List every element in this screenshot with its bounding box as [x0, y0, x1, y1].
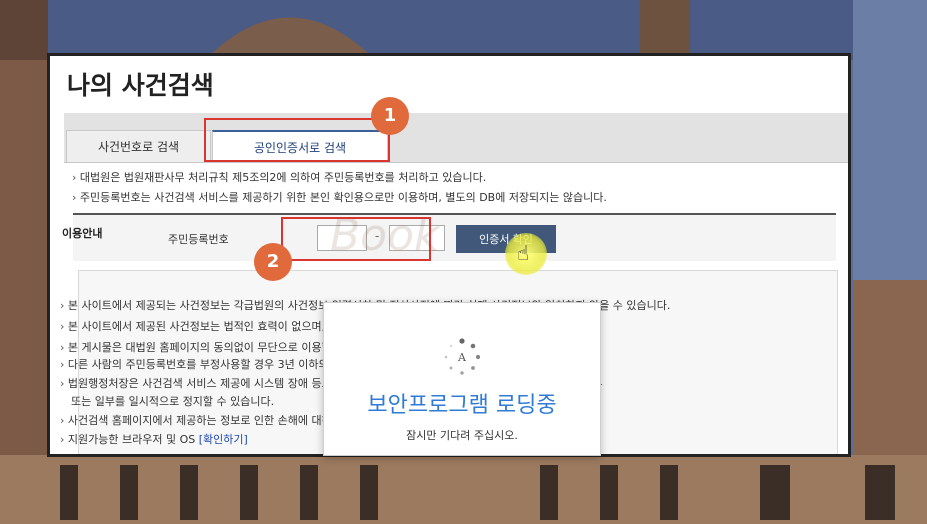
- hand-pointer-icon: ☝: [517, 241, 530, 265]
- mouse-cursor-highlight: ☝: [505, 233, 547, 275]
- highlight-ssn-inputs: [281, 217, 431, 261]
- callout-step-1: 1: [371, 97, 409, 135]
- page-title: 나의 사건검색: [67, 71, 214, 100]
- ssn-label: 주민등록번호: [168, 233, 229, 246]
- notice-text: 대법원은 법원재판사무 처리규칙 제5조의2에 의하여 주민등록번호를 처리하고…: [72, 169, 486, 185]
- highlight-certificate-tab: [204, 118, 390, 162]
- usage-guide-title: 이용안내: [62, 227, 103, 240]
- loading-title: 보안프로그램 로딩중: [367, 393, 557, 418]
- callout-step-2: 2: [254, 243, 292, 281]
- loading-subtitle: 잠시만 기다려 주십시오.: [406, 429, 518, 442]
- guide-item-browser-support: 지원가능한 브라우저 및 OS [확인하기]: [60, 431, 248, 447]
- loading-spinner-icon: A: [444, 338, 481, 375]
- svg-text:A: A: [457, 351, 467, 364]
- guide-item-label: 지원가능한 브라우저 및 OS: [67, 433, 196, 446]
- ssn-form-row: 주민등록번호 - 인증서 확인: [73, 213, 836, 261]
- security-loading-popup: A 보안프로그램 로딩중 잠시만 기다려 주십시오.: [323, 302, 601, 456]
- check-link[interactable]: [확인하기]: [199, 433, 248, 446]
- tab-case-number-search[interactable]: 사건번호로 검색: [66, 130, 211, 162]
- guide-item-continuation: 또는 일부를 일시적으로 정지할 수 있습니다.: [71, 395, 275, 408]
- notice-text: 주민등록번호는 사건검색 서비스를 제공하기 위한 본인 확인용으로만 이용하며…: [72, 189, 607, 205]
